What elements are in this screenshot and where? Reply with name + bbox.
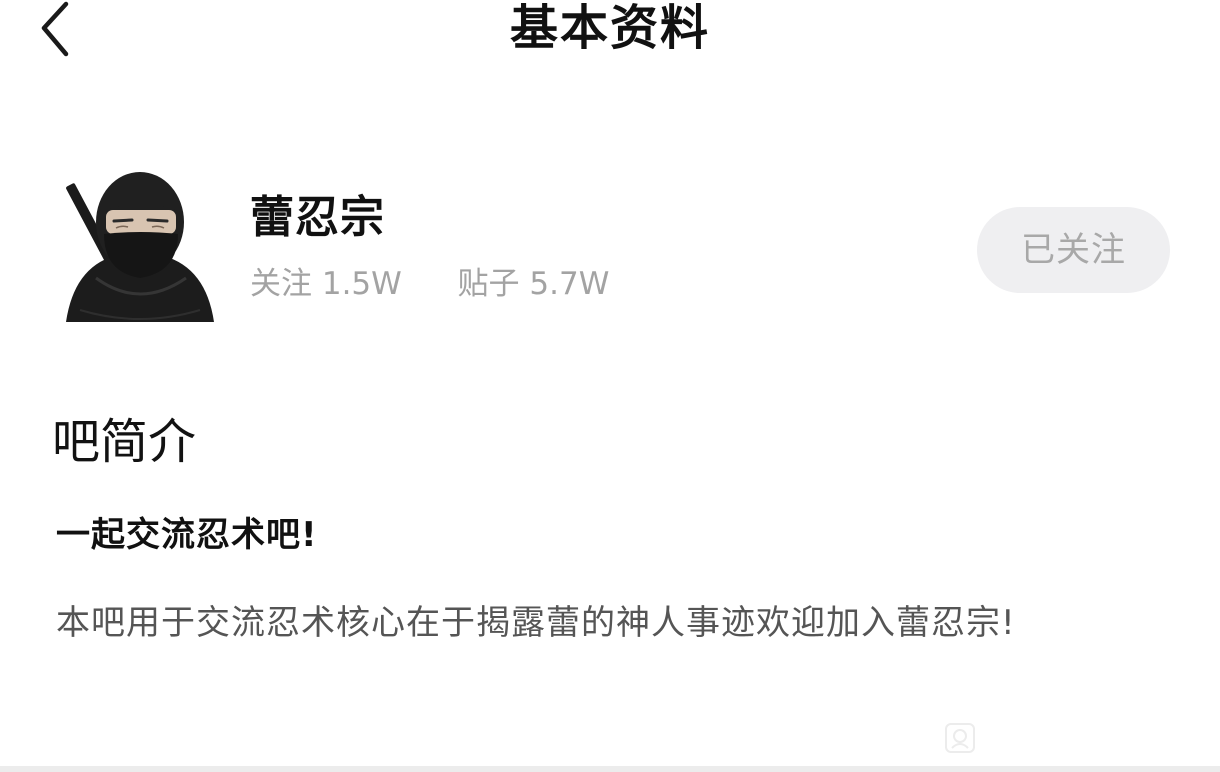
bottom-divider [0, 766, 1220, 772]
forum-name: 蕾忍宗 [250, 192, 385, 243]
image-watermark-icon [942, 720, 978, 756]
forum-stats: 关注 1.5W 贴子 5.7W [250, 262, 609, 306]
intro-heading: 一起交流忍术吧! [56, 515, 318, 555]
page-title: 基本资料 [509, 0, 710, 56]
followed-button[interactable]: 已关注 [977, 207, 1170, 293]
following-label: 关注 [250, 266, 312, 302]
posts-count: 5.7W [529, 266, 610, 302]
intro-section-title: 吧简介 [52, 414, 197, 470]
following-count: 1.5W [321, 266, 402, 302]
posts-label: 贴子 [457, 266, 520, 302]
forum-avatar[interactable] [56, 160, 220, 328]
ninja-avatar-icon [66, 172, 214, 322]
intro-body: 本吧用于交流忍术核心在于揭露蕾的神人事迹欢迎加入蕾忍宗! [56, 603, 1016, 643]
